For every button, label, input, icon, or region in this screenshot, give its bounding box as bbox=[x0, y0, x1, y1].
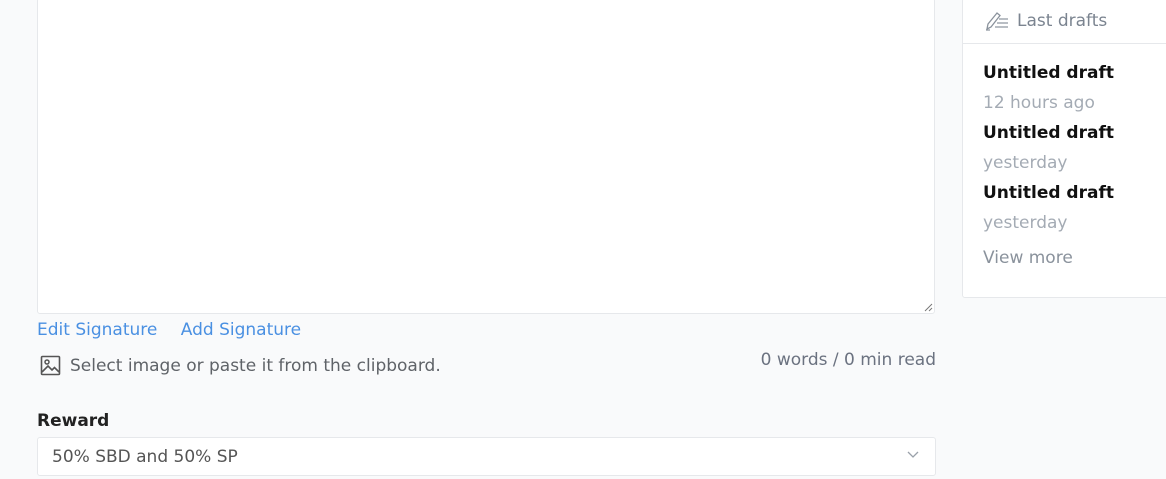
view-more-link[interactable]: View more bbox=[983, 248, 1166, 268]
draft-item-time: 12 hours ago bbox=[983, 93, 1095, 113]
image-icon bbox=[40, 355, 61, 376]
resize-handle-icon[interactable] bbox=[924, 303, 933, 312]
select-image-label: Select image or paste it from the clipbo… bbox=[70, 355, 441, 376]
drafts-header: Last drafts bbox=[963, 0, 1166, 44]
draft-item-time: yesterday bbox=[983, 213, 1068, 233]
reward-select[interactable]: 50% SBD and 50% SP bbox=[37, 437, 936, 476]
pen-icon bbox=[986, 12, 1008, 31]
add-signature-link[interactable]: Add Signature bbox=[181, 320, 301, 340]
edit-signature-link[interactable]: Edit Signature bbox=[37, 320, 157, 340]
draft-list: Untitled draft 12 hours ago Untitled dra… bbox=[963, 44, 1166, 268]
reward-label: Reward bbox=[37, 411, 110, 431]
draft-item-title[interactable]: Untitled draft bbox=[983, 178, 1166, 208]
reward-selected-value: 50% SBD and 50% SP bbox=[52, 446, 238, 467]
drafts-header-title: Last drafts bbox=[1017, 11, 1108, 31]
chevron-down-icon bbox=[907, 451, 919, 458]
draft-item-title[interactable]: Untitled draft bbox=[983, 58, 1166, 88]
select-image-button[interactable]: Select image or paste it from the clipbo… bbox=[40, 355, 441, 376]
draft-item-title[interactable]: Untitled draft bbox=[983, 118, 1166, 148]
post-body-editor[interactable] bbox=[37, 0, 935, 314]
last-drafts-panel: Last drafts Untitled draft 12 hours ago … bbox=[962, 0, 1166, 298]
draft-item-time: yesterday bbox=[983, 153, 1068, 173]
word-count: 0 words / 0 min read bbox=[760, 350, 936, 370]
editor-page: Edit Signature Add Signature Select imag… bbox=[0, 0, 1166, 479]
signature-links: Edit Signature Add Signature bbox=[37, 320, 319, 340]
